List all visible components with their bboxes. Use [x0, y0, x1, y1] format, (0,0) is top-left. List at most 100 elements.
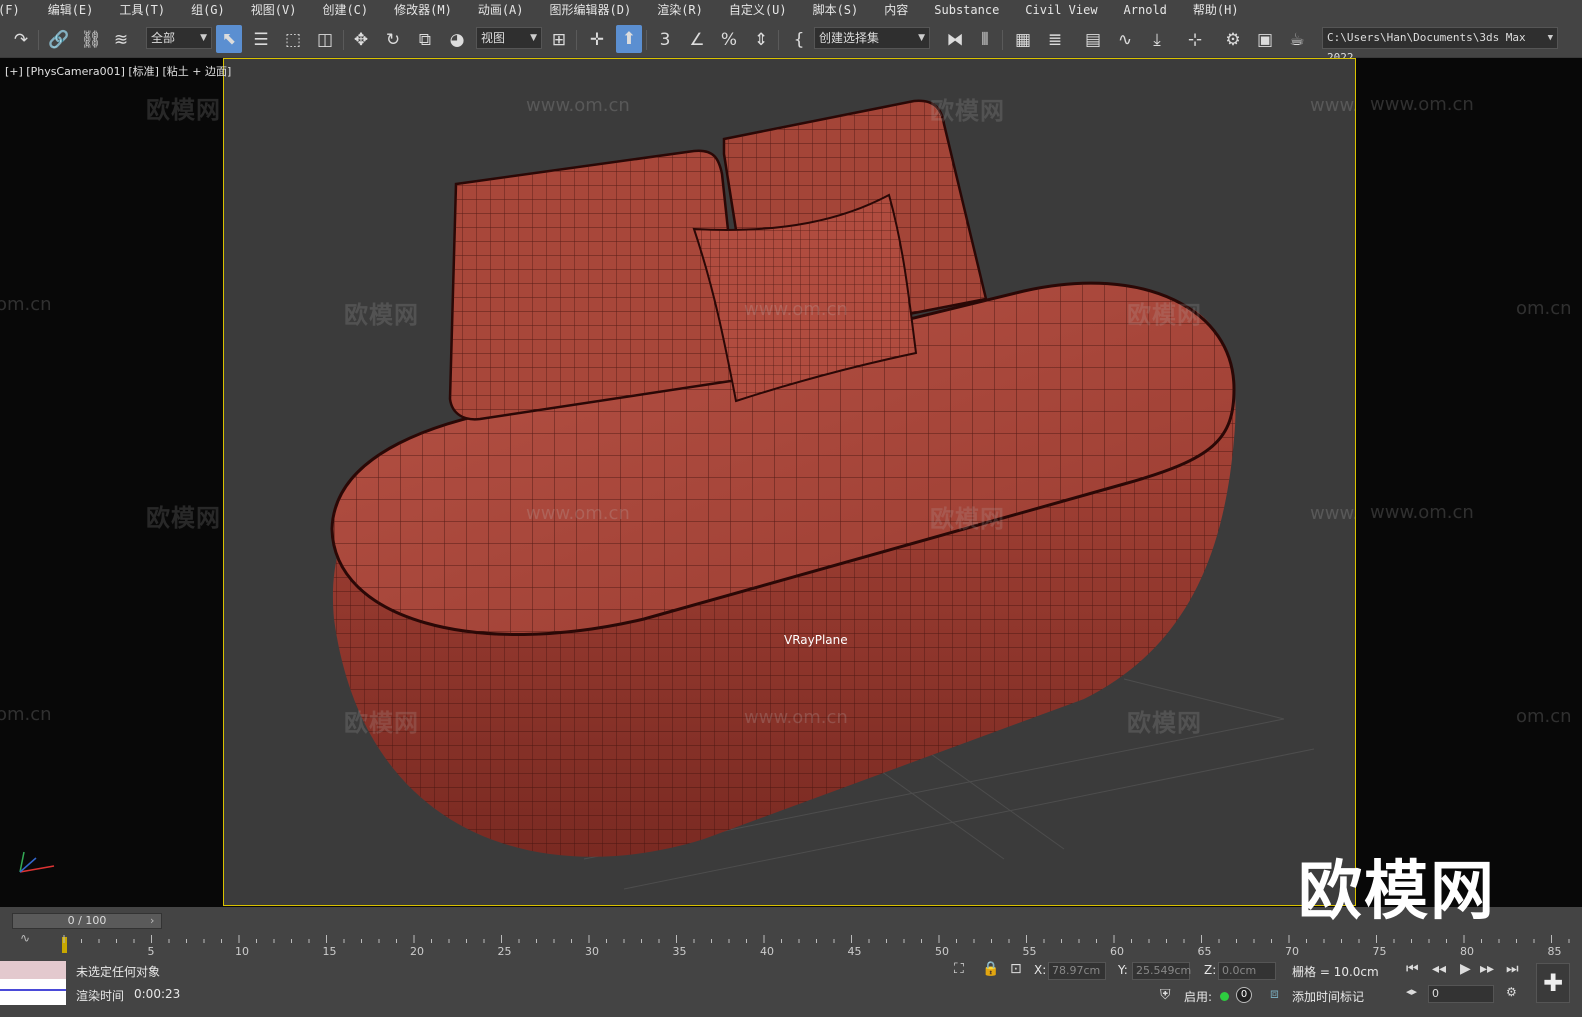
select-manipulate-icon[interactable]: ✛	[584, 27, 610, 53]
move-icon[interactable]: ✥	[348, 27, 374, 53]
bind-spacewarp-icon[interactable]: ≋	[108, 27, 134, 53]
menu-item[interactable]: 修改器(M)	[388, 0, 458, 20]
window-crossing-icon[interactable]: ◫	[312, 27, 338, 53]
key-mode-icon[interactable]: ◂▸	[1406, 985, 1417, 998]
adaptive-degradation-icon[interactable]: ⛨	[1160, 987, 1171, 1003]
named-selection-value: 创建选择集	[819, 31, 880, 45]
dope-sheet-icon[interactable]: ⤓	[1144, 27, 1170, 53]
menu-item[interactable]: (F)	[0, 0, 26, 20]
watermark-text: www.om.cn	[744, 707, 848, 728]
toolbar-separator	[343, 30, 344, 50]
menu-item[interactable]: Civil View	[1019, 0, 1103, 20]
y-coord-field[interactable]: 25.549cm	[1132, 962, 1191, 980]
track-tick-label: 5	[148, 945, 155, 957]
toolbar-separator	[38, 30, 39, 50]
chevron-right-icon[interactable]: ›	[150, 914, 154, 927]
named-selection-dropdown[interactable]: 创建选择集 ▼	[814, 27, 930, 49]
selection-filter-dropdown[interactable]: 全部 ▼	[146, 27, 212, 49]
watermark-text: 欧模网	[930, 505, 1005, 533]
curve-editor-icon[interactable]: ∿	[1112, 27, 1138, 53]
x-coord-field[interactable]: 78.97cm	[1048, 962, 1106, 980]
menu-item[interactable]: Substance	[928, 0, 1005, 20]
time-slider[interactable]: 0 / 100	[12, 913, 162, 929]
go-to-end-icon[interactable]: ⏭	[1506, 961, 1519, 977]
layer-explorer-icon[interactable]: ≣	[1042, 27, 1068, 53]
watermark-text: 欧模网	[930, 97, 1005, 125]
menu-item[interactable]: 帮助(H)	[1187, 0, 1245, 20]
menu-item[interactable]: 组(G)	[185, 0, 231, 20]
render-teapot-icon[interactable]: ☕	[1284, 27, 1310, 53]
toolbar-separator	[778, 30, 779, 50]
align-icon[interactable]: ⫴	[972, 27, 998, 53]
safe-frame[interactable]: 欧模网 www.om.cn 欧模网 www.om.cn 欧模网 www.om.c…	[223, 58, 1356, 906]
project-path-dropdown[interactable]: C:\Users\Han\Documents\3ds Max 2022▼	[1322, 27, 1558, 64]
percent-snap-icon[interactable]: %	[716, 27, 742, 53]
go-to-start-icon[interactable]: ⏮	[1406, 961, 1419, 977]
lock-icon[interactable]: 🔒	[982, 961, 999, 977]
ref-coord-value: 视图	[481, 31, 506, 45]
menu-item[interactable]: 内容	[878, 0, 914, 20]
select-object-button[interactable]: ⬉	[216, 25, 242, 53]
menu-item[interactable]: 渲染(R)	[651, 0, 709, 20]
menu-item[interactable]: 自定义(U)	[723, 0, 793, 20]
enable-count-badge[interactable]: 0	[1236, 987, 1252, 1003]
pivot-center-icon[interactable]: ⊞	[546, 27, 572, 53]
menu-item[interactable]: 视图(V)	[245, 0, 303, 20]
menu-item[interactable]: 编辑(E)	[42, 0, 100, 20]
redo-icon[interactable]: ↷	[8, 27, 34, 53]
mini-curve-editor-icon[interactable]: ∿	[20, 931, 30, 945]
render-setup-icon[interactable]: ⚙	[1220, 27, 1246, 53]
track-tick-label: 55	[1023, 945, 1037, 957]
track-bar[interactable]: 5 10 15 20 25 30 35 40 45 50 55 60 65 70 75 80 85	[62, 933, 1572, 958]
angle-snap-icon[interactable]: ∠	[684, 27, 710, 53]
track-tick-label: 10	[235, 945, 249, 957]
watermark-text: 欧模网	[344, 709, 419, 737]
keyboard-shortcut-toggle[interactable]: ⬆	[616, 25, 642, 53]
render-time-label: 渲染时间	[76, 989, 125, 1003]
watermark-text: www.om.cn	[526, 95, 630, 116]
previous-frame-icon[interactable]: ◂◂	[1432, 961, 1446, 977]
next-frame-icon[interactable]: ▸▸	[1480, 961, 1494, 977]
rendered-frame-icon[interactable]: ▣	[1252, 27, 1278, 53]
schematic-view-icon[interactable]: ⊹	[1182, 27, 1208, 53]
current-frame-field[interactable]: 0	[1428, 985, 1494, 1003]
menu-item[interactable]: 工具(T)	[113, 0, 171, 20]
rect-selection-icon[interactable]: ⬚	[280, 27, 306, 53]
edit-named-selection-icon[interactable]: {	[786, 27, 812, 53]
placement-icon[interactable]: ◕	[444, 27, 470, 53]
time-config-icon[interactable]: ⚙	[1506, 985, 1517, 999]
scale-icon[interactable]: ⧉	[412, 27, 438, 53]
ref-coord-dropdown[interactable]: 视图 ▼	[476, 27, 542, 49]
track-tick-label: 85	[1548, 945, 1562, 957]
menu-item[interactable]: 脚本(S)	[807, 0, 865, 20]
maxscript-listener[interactable]	[0, 961, 66, 1005]
watermark-text: 欧模网	[146, 504, 221, 532]
link-icon[interactable]: 🔗	[46, 27, 72, 53]
add-time-tag-button[interactable]: 添加时间标记	[1292, 988, 1364, 1005]
mirror-icon[interactable]: ⧓	[942, 27, 968, 53]
z-coord-field[interactable]: 0.0cm	[1218, 962, 1276, 980]
selection-message: 未选定任何对象	[76, 965, 161, 979]
menu-item[interactable]: 创建(C)	[316, 0, 374, 20]
rotate-icon[interactable]: ↻	[380, 27, 406, 53]
z-label: Z:	[1204, 963, 1217, 977]
watermark-text: www.om.cn	[526, 503, 630, 524]
isolate-selection-icon[interactable]: ⛶	[954, 961, 964, 977]
absolute-mode-icon[interactable]: ⊡	[1010, 961, 1022, 977]
scene-explorer-icon[interactable]: ▦	[1010, 27, 1036, 53]
viewport-area[interactable]: [+] [PhysCamera001] [标准] [粘土 + 边面] om.cn…	[0, 58, 1582, 929]
add-viewport-icon[interactable]: ✚	[1536, 963, 1570, 1003]
ribbon-icon[interactable]: ▤	[1080, 27, 1106, 53]
viewport-label[interactable]: [+] [PhysCamera001] [标准] [粘土 + 边面]	[5, 63, 231, 79]
track-tick-label: 75	[1373, 945, 1387, 957]
spinner-snap-icon[interactable]: ⇕	[748, 27, 774, 53]
time-tag-icon[interactable]: ⧈	[1270, 986, 1279, 1002]
menu-item[interactable]: Arnold	[1118, 0, 1173, 20]
select-by-name-icon[interactable]: ☰	[248, 27, 274, 53]
unlink-icon[interactable]: ⛓	[78, 27, 104, 53]
menu-item[interactable]: 动画(A)	[472, 0, 530, 20]
snap-toggle[interactable]: 3	[652, 27, 678, 53]
play-icon[interactable]: ▶	[1460, 961, 1471, 977]
menu-item[interactable]: 图形编辑器(D)	[544, 0, 638, 20]
toolbar-separator	[1002, 30, 1003, 50]
